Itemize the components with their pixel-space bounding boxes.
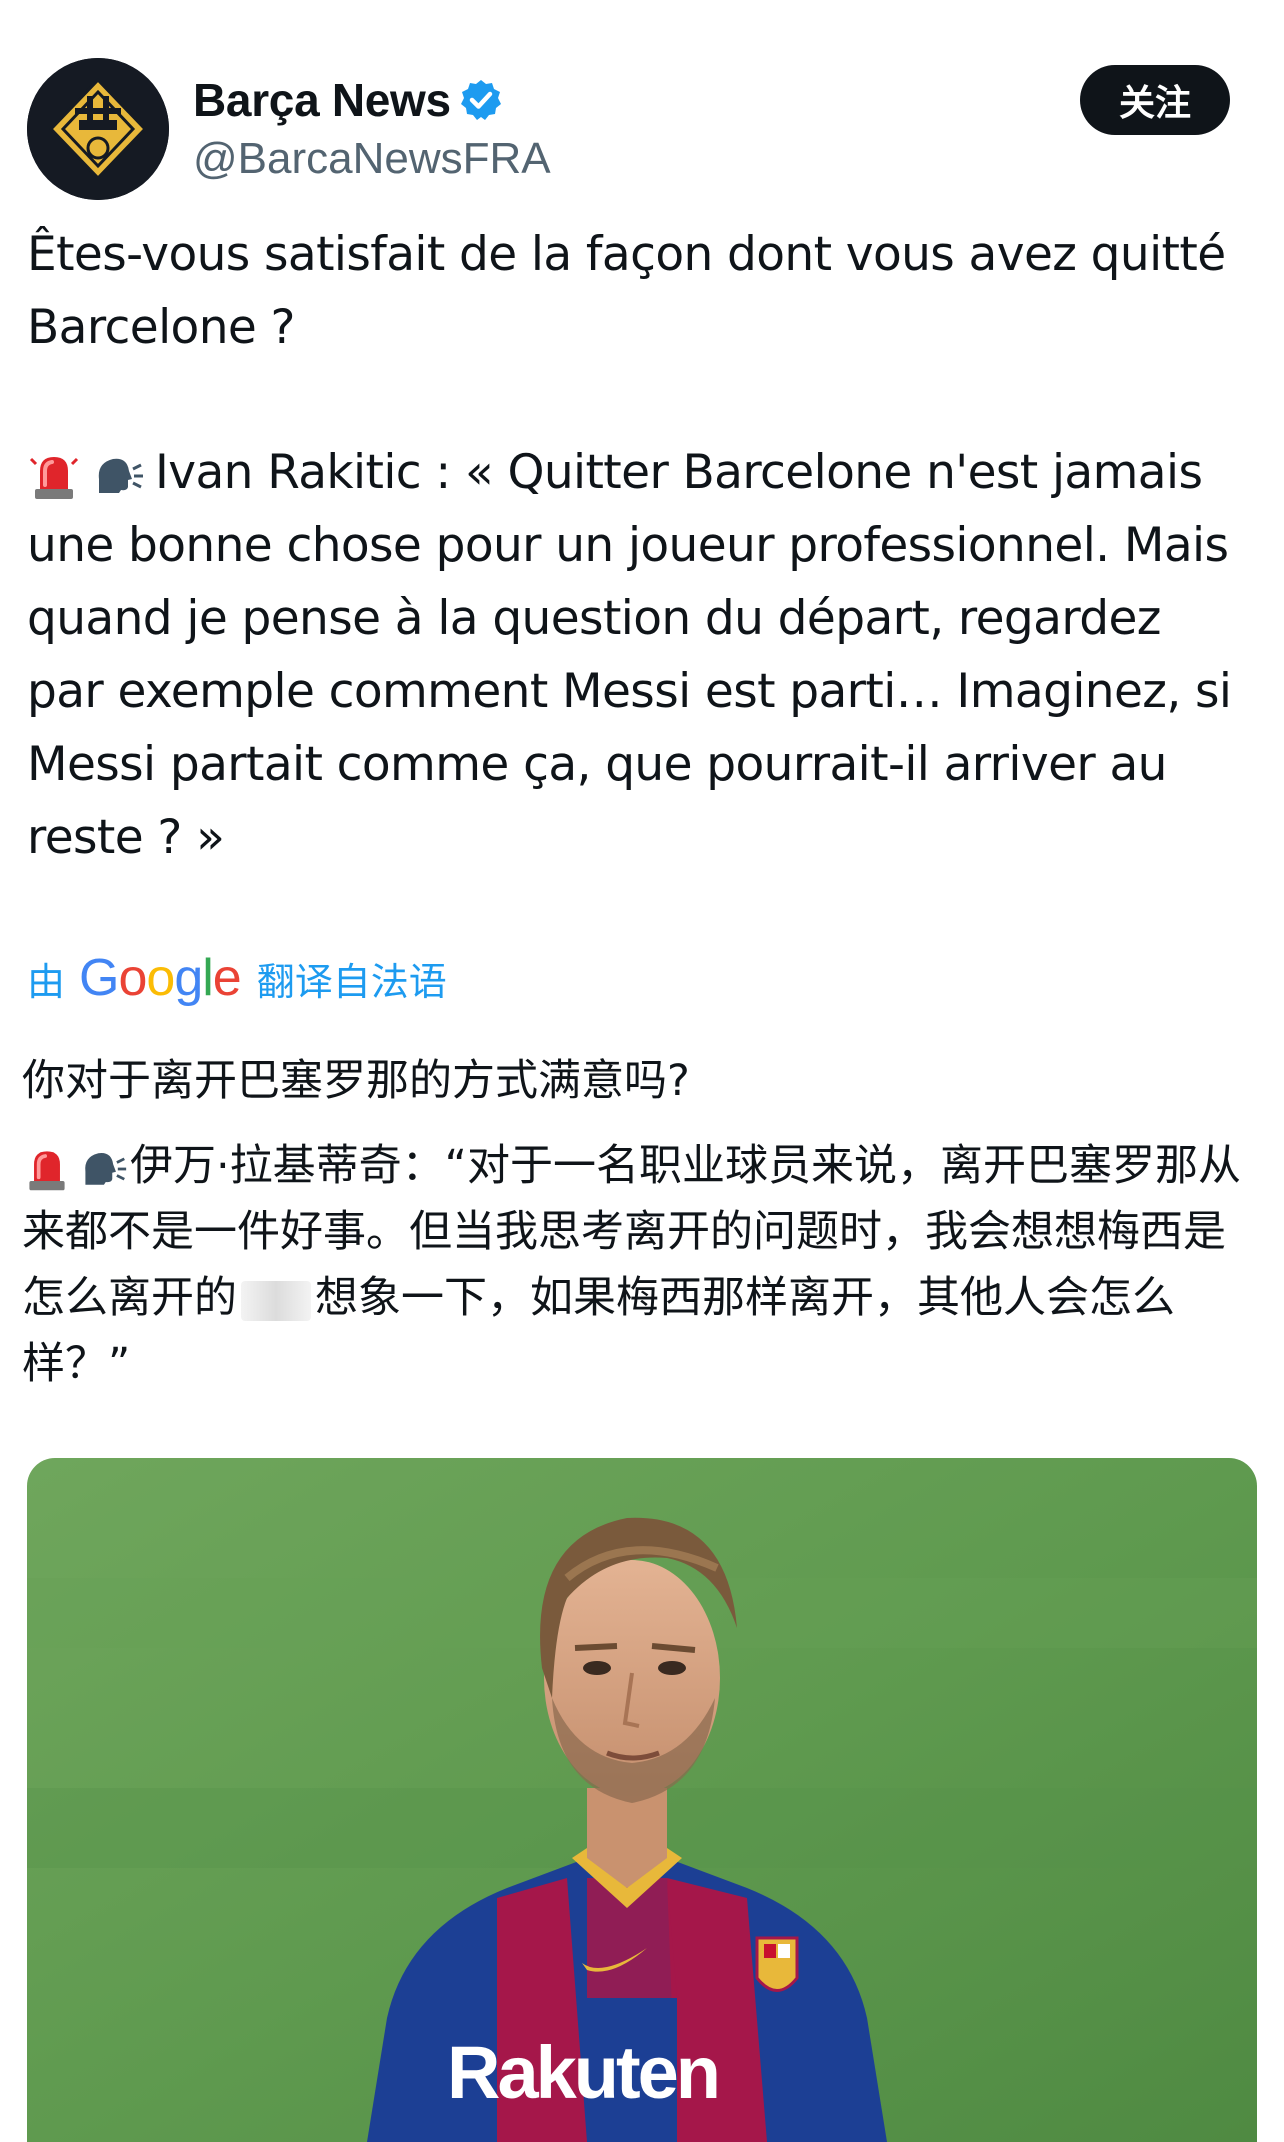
translated-text-paragraph-1: 你对于离开巴塞罗那的方式满意吗? (22, 1056, 690, 1106)
shirt-sponsor-text: Rakuten (447, 2031, 718, 2114)
account-name-row[interactable]: Barça News (193, 72, 503, 128)
google-logo: Google (79, 948, 242, 1008)
speaking-head-emoji (78, 1144, 128, 1194)
display-name[interactable]: Barça News (193, 73, 451, 127)
google-logo-letter: e (212, 949, 242, 1007)
translation-attribution[interactable]: 由 Google 翻译自法语 (27, 948, 447, 1008)
police-light-emoji (22, 1144, 72, 1194)
tweet-card: Barça News @BarcaNewsFRA 关注 Êtes-vous sa… (0, 0, 1284, 2142)
player-photo-image: Rakuten (27, 1458, 1257, 2142)
account-handle[interactable]: @BarcaNewsFRA (193, 134, 551, 184)
blurred-text-fragment (241, 1280, 311, 1321)
tweet-text-paragraph-1: Êtes-vous satisfait de la façon dont vou… (27, 227, 1226, 355)
google-logo-letter: o (146, 949, 175, 1007)
google-logo-letter: l (202, 949, 214, 1007)
translated-from-french-label: 翻译自法语 (256, 959, 447, 1004)
tweet-media-image[interactable]: Rakuten (27, 1458, 1257, 2142)
speaking-head-emoji (91, 449, 145, 503)
verified-badge-icon (459, 78, 503, 122)
follow-button[interactable]: 关注 (1080, 65, 1230, 135)
tweet-text-paragraph-2: Ivan Rakitic : « Quitter Barcelone n'est… (27, 436, 1237, 874)
google-logo-letter: o (118, 949, 147, 1007)
translated-by-label: 由 (27, 959, 66, 1004)
translated-text-paragraph-2: 伊万·拉基蒂奇：“对于一名职业球员来说，离开巴塞罗那从来都不是一件好事。但当我思… (22, 1133, 1252, 1397)
barca-news-crest-logo (27, 58, 169, 200)
tweet-text-quote: Ivan Rakitic : « Quitter Barcelone n'est… (27, 445, 1232, 865)
avatar[interactable] (27, 58, 169, 200)
google-logo-letter: g (174, 949, 203, 1007)
police-light-emoji (27, 449, 81, 503)
google-logo-letter: G (79, 949, 119, 1007)
